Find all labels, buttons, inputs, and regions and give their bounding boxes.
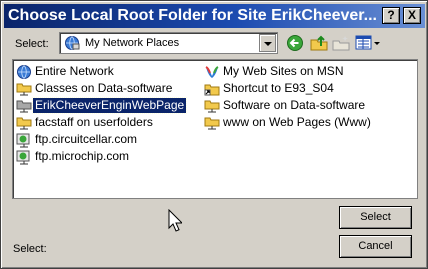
list-item-label: facstaff on userfolders <box>35 115 153 129</box>
new-folder-icon[interactable] <box>332 34 352 52</box>
location-dropdown[interactable]: My Network Places <box>59 32 278 54</box>
list-item-label: ErikCheeverEnginWebPage <box>31 97 188 114</box>
network-folder-icon <box>16 98 32 114</box>
view-menu-icon[interactable] <box>355 34 383 52</box>
network-folder-icon <box>16 115 32 131</box>
folder-shortcut-icon <box>204 81 220 97</box>
location-label: Select: <box>15 38 49 50</box>
network-folder-icon <box>16 81 32 97</box>
list-item-label: Classes on Data-software <box>35 81 173 95</box>
help-button[interactable]: ? <box>382 7 400 24</box>
list-item-label: Shortcut to E93_S04 <box>223 81 334 95</box>
network-folder-icon <box>204 98 220 114</box>
dialog-title: Choose Local Root Folder for Site ErikCh… <box>8 7 377 24</box>
msn-icon <box>204 64 220 80</box>
entire-network-icon <box>16 64 32 80</box>
list-item-label: My Web Sites on MSN <box>223 64 344 78</box>
title-bar[interactable]: Choose Local Root Folder for Site ErikCh… <box>4 4 425 28</box>
selection-label: Select: <box>13 243 47 255</box>
network-places-icon <box>64 35 80 54</box>
up-folder-icon[interactable] <box>310 34 330 52</box>
list-item-label: ftp.circuitcellar.com <box>35 132 138 146</box>
list-item-label: www on Web Pages (Www) <box>223 115 371 129</box>
network-folder-icon <box>204 115 220 131</box>
choose-folder-dialog: Choose Local Root Folder for Site ErikCh… <box>0 0 428 269</box>
list-item-label: ftp.microchip.com <box>35 149 130 163</box>
close-button[interactable]: X <box>403 7 421 24</box>
location-value: My Network Places <box>85 37 180 49</box>
cancel-button[interactable]: Cancel <box>339 235 412 258</box>
list-item-label: Software on Data-software <box>223 98 366 112</box>
select-button[interactable]: Select <box>339 206 412 229</box>
folder-list[interactable]: Entire Network Classes on Data-software … <box>12 59 418 199</box>
mouse-cursor-icon <box>168 208 184 236</box>
ftp-site-icon <box>16 132 32 148</box>
back-icon[interactable] <box>286 34 306 52</box>
list-item-label: Entire Network <box>35 64 114 78</box>
ftp-site-icon <box>16 149 32 165</box>
chevron-down-icon[interactable] <box>259 34 276 52</box>
